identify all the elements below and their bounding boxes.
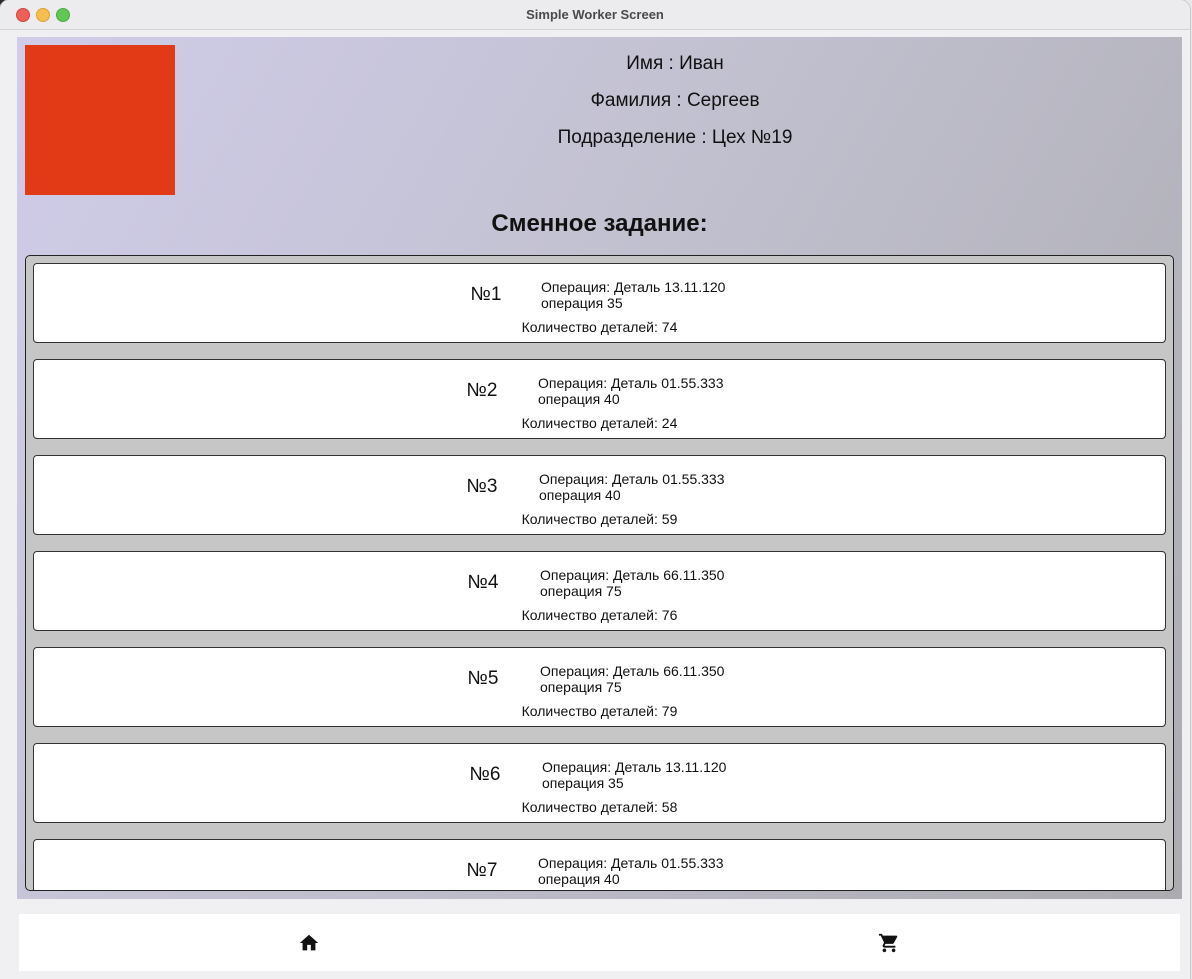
task-quantity: Количество деталей: 79 [521,703,678,719]
task-number: №3 [466,476,498,497]
app-window: Simple Worker Screen Имя : Иван Фамилия … [0,0,1190,979]
task-operation-number: операция 75 [540,679,622,695]
task-operation: Операция: Деталь 66.11.350 операция 75 [540,567,724,599]
task-operation: Операция: Деталь 13.11.120 операция 35 [541,279,725,311]
task-operation-detail: Операция: Деталь 01.55.333 [539,471,725,487]
shift-task-title: Сменное задание: [491,210,708,237]
task-number: №4 [467,572,499,593]
task-card[interactable]: №7 Операция: Деталь 01.55.333 операция 4… [33,839,1166,890]
task-operation-detail: Операция: Деталь 66.11.350 [540,567,725,583]
task-operation-detail: Операция: Деталь 13.11.120 [541,279,726,295]
task-operation: Операция: Деталь 66.11.350 операция 75 [540,663,724,695]
task-operation-number: операция 40 [538,391,620,407]
task-number: №7 [466,860,498,881]
task-operation: Операция: Деталь 13.11.120 операция 35 [542,759,726,791]
task-number: №6 [469,764,501,785]
task-operation-number: операция 75 [540,583,622,599]
nav-home-button[interactable] [19,914,599,971]
bottom-navigation [19,914,1180,971]
worker-department: Подразделение : Цех №19 [557,127,793,148]
worker-name: Имя : Иван [626,53,724,74]
task-quantity: Количество деталей: 58 [521,799,678,815]
task-quantity: Количество деталей: 24 [521,415,678,431]
task-operation: Операция: Деталь 01.55.333 операция 40 [538,375,724,407]
task-operation-detail: Операция: Деталь 01.55.333 [538,855,724,871]
task-card[interactable]: №1 Операция: Деталь 13.11.120 операция 3… [33,263,1166,343]
task-operation-number: операция 40 [538,871,620,887]
task-operation-detail: Операция: Деталь 66.11.350 [540,663,725,679]
task-card[interactable]: №3 Операция: Деталь 01.55.333 операция 4… [33,455,1166,535]
worker-surname: Фамилия : Сергеев [590,90,760,111]
home-icon [299,934,319,950]
nav-cart-button[interactable] [599,914,1179,971]
title-bar[interactable]: Simple Worker Screen [0,0,1190,30]
worker-screen: Имя : Иван Фамилия : Сергеев Подразделен… [17,37,1182,899]
task-quantity: Количество деталей: 74 [521,319,678,335]
task-card[interactable]: №2 Операция: Деталь 01.55.333 операция 4… [33,359,1166,439]
task-number: №2 [466,380,498,401]
task-number: №1 [470,284,502,305]
window-title: Simple Worker Screen [526,7,664,22]
task-card[interactable]: №4 Операция: Деталь 66.11.350 операция 7… [33,551,1166,631]
cart-icon [878,933,898,952]
task-operation-detail: Операция: Деталь 13.11.120 [542,759,727,775]
task-operation: Операция: Деталь 01.55.333 операция 40 [539,471,725,503]
task-card[interactable]: №5 Операция: Деталь 66.11.350 операция 7… [33,647,1166,727]
task-quantity: Количество деталей: 76 [521,607,678,623]
task-operation-number: операция 35 [541,295,623,311]
worker-photo [25,45,175,195]
task-quantity: Количество деталей: 59 [521,511,678,527]
task-operation-number: операция 40 [539,487,621,503]
task-list[interactable]: №1 Операция: Деталь 13.11.120 операция 3… [25,255,1174,891]
task-card[interactable]: №6 Операция: Деталь 13.11.120 операция 3… [33,743,1166,823]
task-operation: Операция: Деталь 01.55.333 операция 40 [538,855,724,887]
task-number: №5 [467,668,499,689]
task-operation-detail: Операция: Деталь 01.55.333 [538,375,724,391]
task-operation-number: операция 35 [542,775,624,791]
